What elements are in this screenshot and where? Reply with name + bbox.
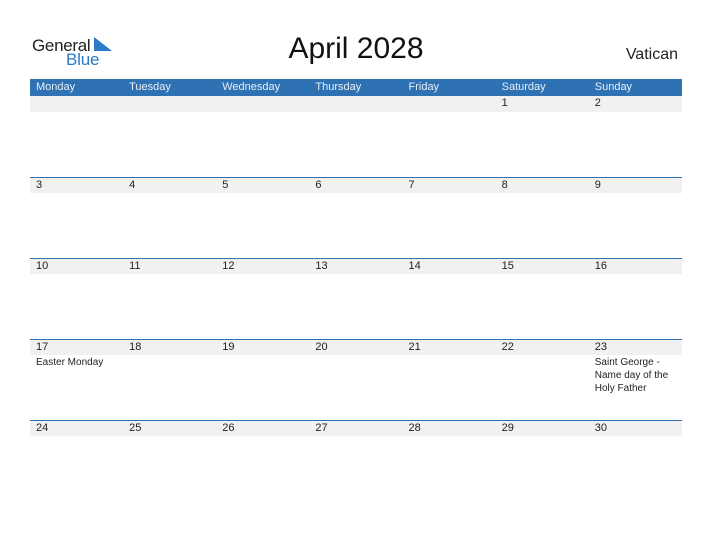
day-number: 22 [501, 341, 514, 353]
calendar-grid: Monday Tuesday Wednesday Thursday Friday… [30, 79, 682, 501]
day-number [216, 96, 309, 112]
holiday-label [123, 355, 216, 395]
day-number: 25 [129, 422, 142, 434]
day-number: 19 [222, 341, 235, 353]
day-number: 3 [36, 179, 43, 191]
day-number: 16 [594, 260, 607, 272]
holiday-label [309, 274, 402, 275]
day-number: 28 [408, 422, 421, 434]
weekday-friday: Friday [408, 81, 440, 93]
holiday-label [30, 112, 123, 113]
holiday-label [589, 436, 682, 437]
holiday-label [309, 436, 402, 437]
day-number: 2 [594, 97, 601, 109]
day-number: 21 [408, 341, 421, 353]
holiday-label [123, 274, 216, 275]
holiday-label [403, 112, 496, 113]
holiday-label [403, 193, 496, 194]
day-number: 26 [222, 422, 235, 434]
week-row: 3 4 5 6 7 8 9 [30, 177, 682, 258]
country-label: Vatican [625, 46, 678, 63]
holiday-label [30, 193, 123, 194]
weekday-sunday: Sunday [594, 81, 633, 93]
holiday-label [496, 355, 589, 395]
day-number: 11 [129, 260, 141, 272]
day-number: 7 [408, 179, 415, 191]
event-row: Easter Monday Saint George - Name day of … [30, 355, 682, 395]
day-number: 9 [594, 179, 601, 191]
holiday-label [496, 436, 589, 437]
day-number: 15 [501, 260, 514, 272]
holiday-label: Easter Monday [36, 357, 104, 368]
day-number: 27 [315, 422, 328, 434]
holiday-label [496, 193, 589, 194]
day-number: 20 [315, 341, 328, 353]
day-number: 13 [315, 260, 328, 272]
event-row [30, 193, 682, 194]
holiday-label [589, 193, 682, 194]
event-row [30, 112, 682, 113]
weekday-header: Monday Tuesday Wednesday Thursday Friday… [30, 79, 682, 96]
holiday-label [123, 436, 216, 437]
date-strip: 24 25 26 27 28 29 30 [30, 420, 682, 436]
weekday-monday: Monday [36, 81, 76, 93]
day-number [309, 96, 402, 112]
day-number: 29 [501, 422, 514, 434]
holiday-label [589, 274, 682, 275]
week-row: 17 18 19 20 21 22 23 Easter Monday Saint George … [30, 339, 682, 420]
holiday-label [216, 193, 309, 194]
holiday-label [123, 112, 216, 113]
holiday-label [309, 355, 402, 395]
day-number: 18 [129, 341, 142, 353]
week-row: 10 11 12 13 14 15 16 [30, 258, 682, 339]
day-number: 4 [129, 179, 136, 191]
day-number: 30 [594, 422, 607, 434]
day-number: 6 [315, 179, 322, 191]
date-strip: 17 18 19 20 21 22 23 [30, 339, 682, 355]
day-number: 14 [408, 260, 421, 272]
date-strip: 12 [30, 96, 682, 112]
holiday-label [216, 355, 309, 395]
holiday-label [309, 112, 402, 113]
weekday-saturday: Saturday [501, 81, 546, 93]
day-number: 5 [222, 179, 229, 191]
weekday-thursday: Thursday [315, 81, 362, 93]
week-row: 24 25 26 27 28 29 30 [30, 420, 682, 501]
holiday-label [403, 436, 496, 437]
holiday-label [403, 274, 496, 275]
holiday-label [30, 274, 123, 275]
holiday-label [30, 436, 123, 437]
day-number: 23 [594, 341, 607, 353]
event-row [30, 274, 682, 275]
day-number [30, 96, 123, 112]
day-number: 1 [501, 97, 508, 109]
holiday-label [496, 274, 589, 275]
holiday-label [403, 355, 496, 395]
holiday-label [216, 436, 309, 437]
holiday-label [589, 112, 682, 113]
holiday-label [309, 193, 402, 194]
week-row: 12 [30, 96, 682, 177]
weekday-tuesday: Tuesday [129, 81, 171, 93]
day-number: 10 [36, 260, 49, 272]
day-number: 8 [501, 179, 508, 191]
date-strip: 3 4 5 6 7 8 9 [30, 177, 682, 193]
event-row [30, 436, 682, 437]
weekday-wednesday: Wednesday [222, 81, 281, 93]
holiday-label [216, 112, 309, 113]
holiday-label: Saint George - Name day of the Holy Fath… [594, 357, 669, 394]
day-number [123, 96, 216, 112]
day-number: 17 [36, 341, 49, 353]
date-strip: 10 11 12 13 14 15 16 [30, 258, 682, 274]
holiday-label [123, 193, 216, 194]
page-title: April 2028 [288, 32, 424, 65]
day-number [403, 96, 496, 112]
holiday-label [496, 112, 589, 113]
holiday-label [216, 274, 309, 275]
day-number: 12 [222, 260, 235, 272]
day-number: 24 [36, 422, 49, 434]
